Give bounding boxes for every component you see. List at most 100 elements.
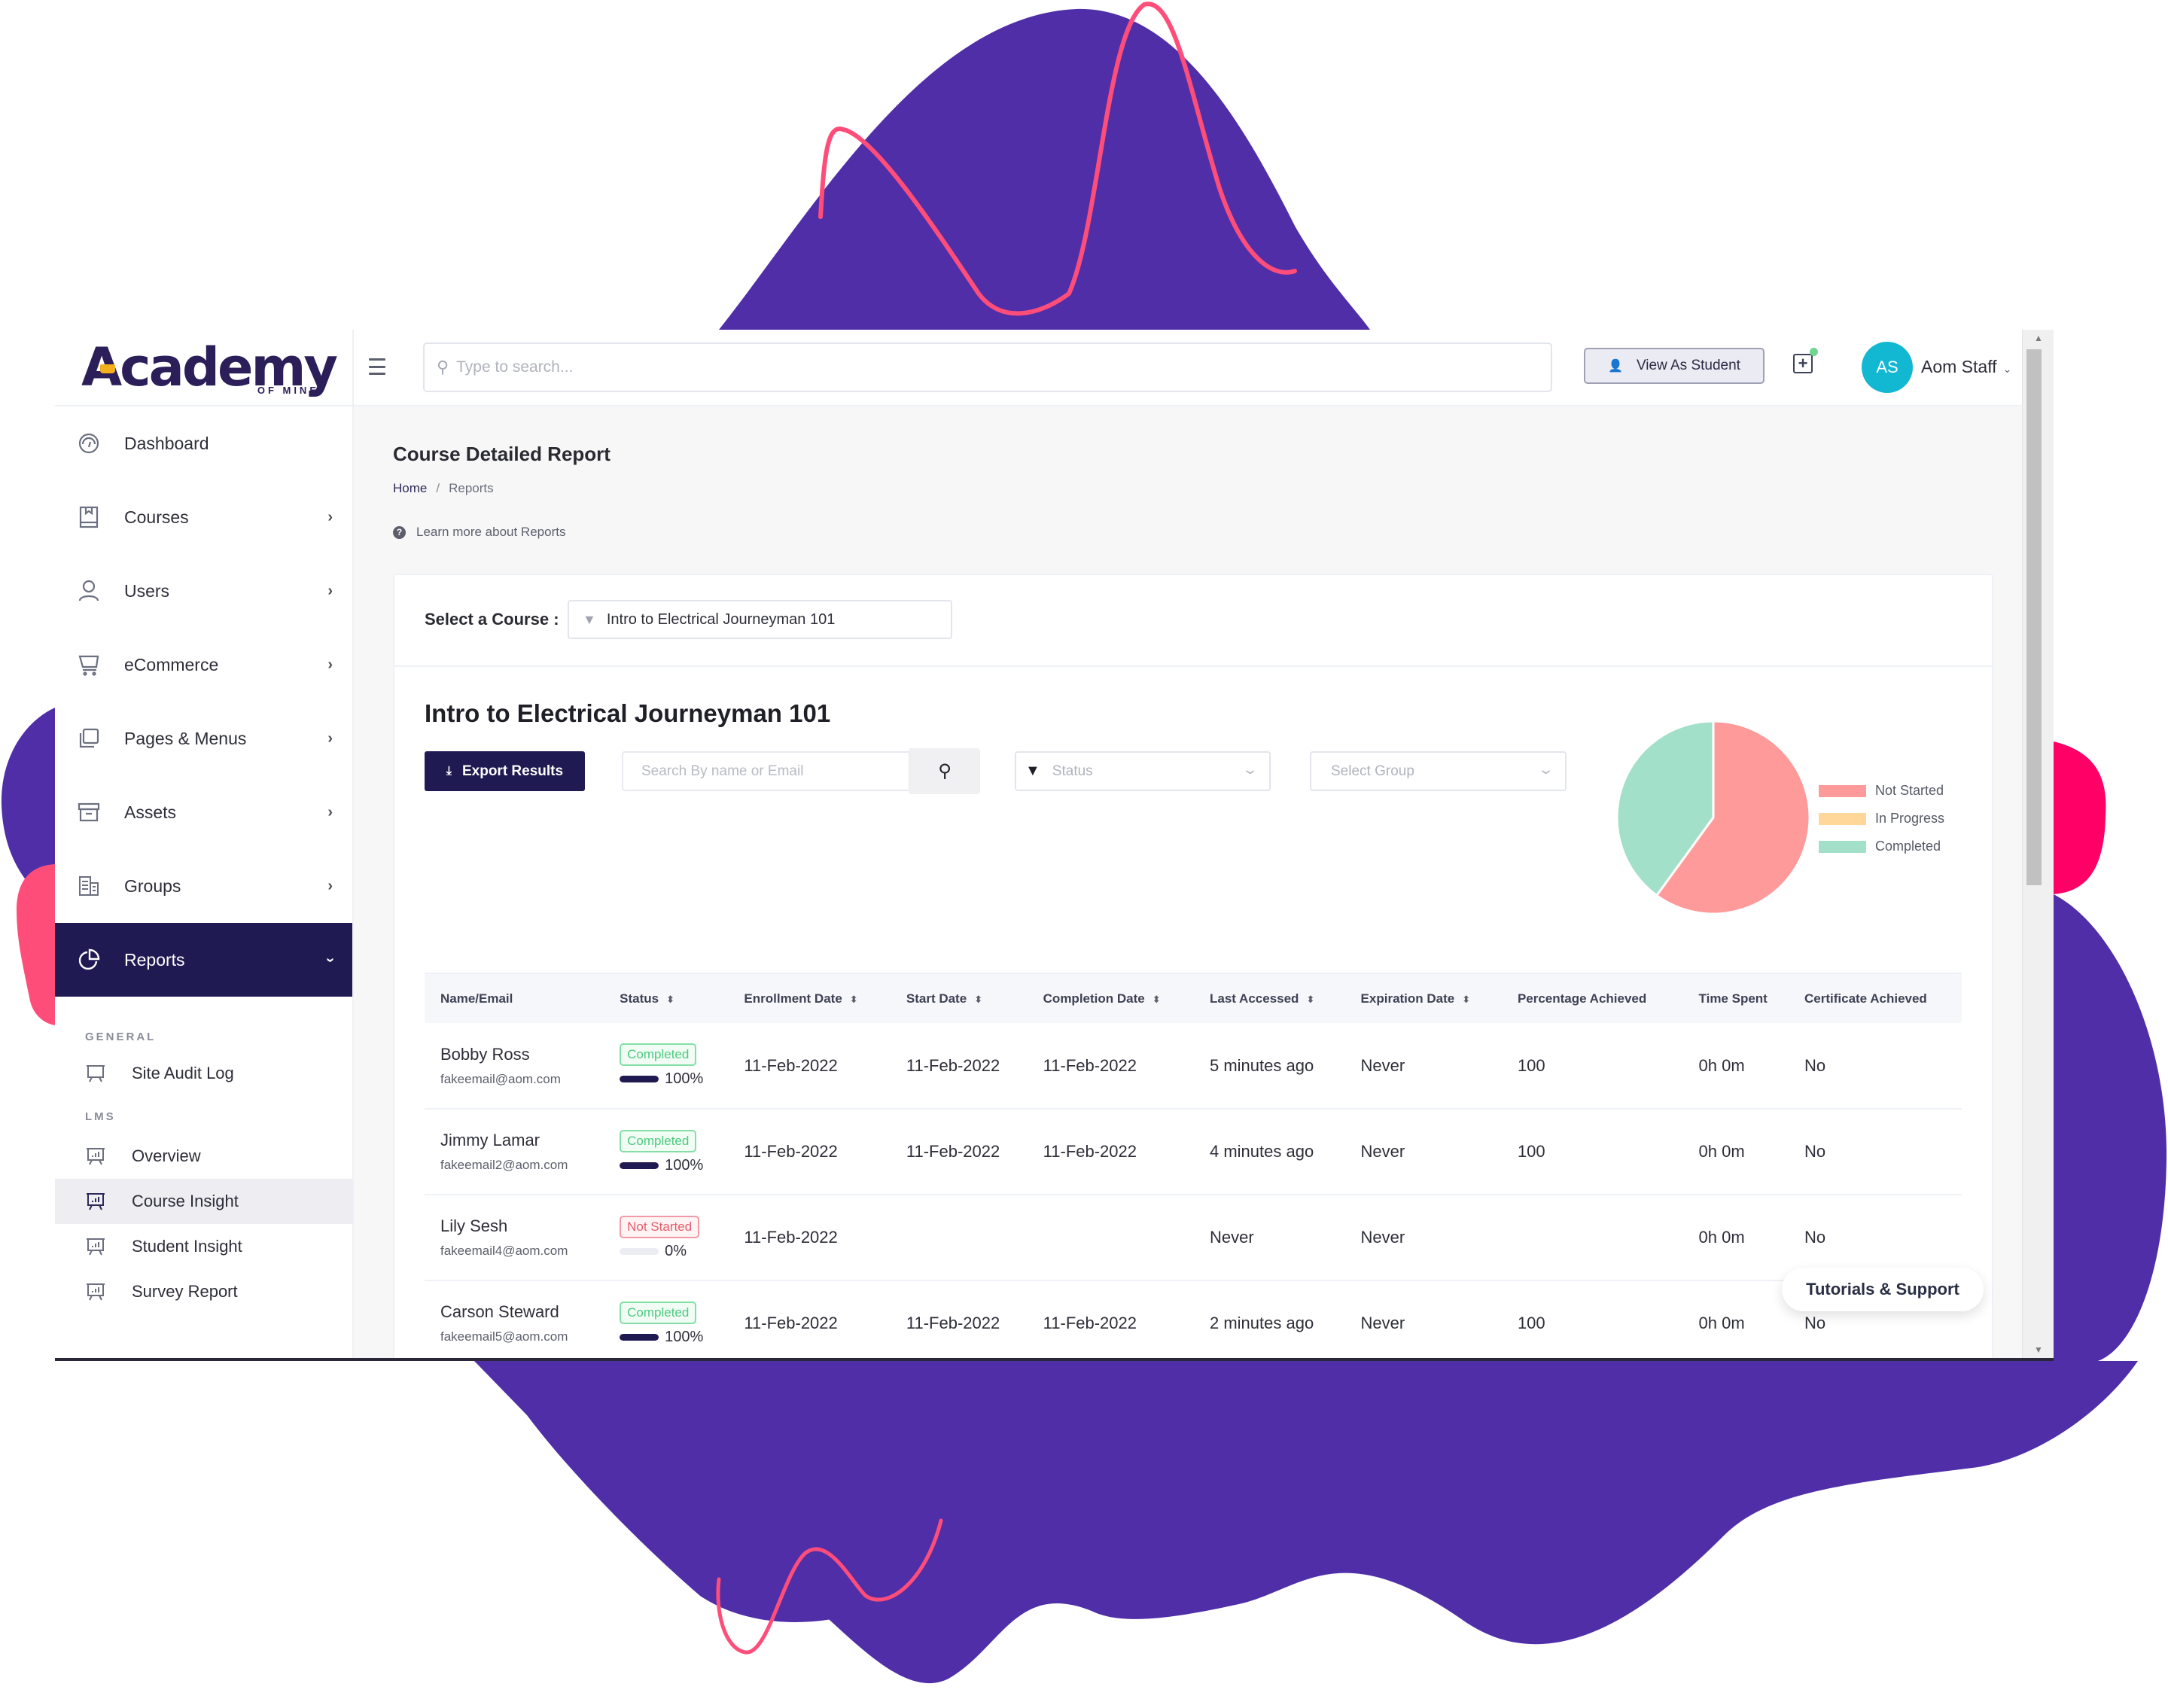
table-row[interactable]: Jimmy Lamar fakeemail2@aom.com Completed 10… (425, 1109, 1962, 1195)
chevron-down-icon: ⌄ (1537, 762, 1554, 777)
percentage-cell (1501, 1195, 1683, 1281)
sidebar-subitem-survey-report[interactable]: Survey Report (55, 1269, 352, 1314)
scroll-down-arrow-icon[interactable]: ▼ (2023, 1343, 2054, 1356)
column-header-label: Enrollment Date (744, 991, 842, 1006)
pie-svg (1615, 720, 1811, 915)
sidebar-subitem-label: Overview (132, 1146, 201, 1165)
decor-bottom-blob-2 (474, 1361, 941, 1622)
learner-name: Carson Steward (440, 1302, 559, 1321)
scroll-up-arrow-icon[interactable]: ▲ (2023, 331, 2054, 345)
vertical-scrollbar[interactable]: ▲ ▼ (2022, 330, 2054, 1358)
start-cell: 11-Feb-2022 (890, 1109, 1028, 1195)
sidebar-item-users[interactable]: Users › (55, 554, 352, 628)
progress-indicator: 100% (620, 1157, 728, 1174)
status-badge: Completed (620, 1043, 697, 1066)
sidebar-item-groups[interactable]: Groups › (55, 849, 352, 923)
sidebar-subitem-site-audit-log[interactable]: Site Audit Log (55, 1051, 352, 1096)
sidebar-item-pages-menus[interactable]: Pages & Menus › (55, 702, 352, 775)
column-header: Time Spent (1682, 973, 1789, 1023)
view-as-student-button[interactable]: 👤 View As Student (1584, 348, 1765, 384)
sidebar-item-ecommerce[interactable]: eCommerce › (55, 628, 352, 702)
sidebar-item-label: Reports (124, 949, 185, 970)
page-title: Course Detailed Report (393, 443, 611, 465)
sort-icon[interactable]: ⬍ (1306, 994, 1314, 1005)
chevron-right-icon: › (327, 729, 333, 747)
chart-board-icon (85, 1190, 108, 1213)
learner-email: fakeemail5@aom.com (440, 1329, 568, 1344)
scrollbar-thumb[interactable] (2026, 349, 2042, 885)
name-email-cell: Lily Sesh fakeemail4@aom.com (425, 1195, 604, 1281)
table-row[interactable]: Carson Steward fakeemail5@aom.com Complete… (425, 1280, 1962, 1358)
add-content-icon[interactable]: + (1793, 348, 1818, 373)
legend-item[interactable]: Completed (1819, 833, 1944, 860)
certificate-cell: No (1789, 1109, 1962, 1195)
column-header[interactable]: Last Accessed ⬍ (1194, 973, 1345, 1023)
sidebar-item-assets[interactable]: Assets › (55, 775, 352, 849)
sort-icon[interactable]: ⬍ (1462, 994, 1470, 1005)
sort-icon[interactable]: ⬍ (850, 994, 858, 1005)
legend-item[interactable]: Not Started (1819, 777, 1944, 805)
progress-bar-fill (620, 1333, 659, 1341)
chevron-right-icon: › (327, 877, 333, 894)
main-content: Course Detailed Report Home / Reports ? Le… (354, 406, 2022, 1358)
archive-icon (76, 799, 102, 825)
column-header[interactable]: Expiration Date ⬍ (1344, 973, 1502, 1023)
course-select[interactable]: ▼ Intro to Electrical Journeyman 101 (568, 600, 952, 639)
chevron-down-icon: › (322, 957, 340, 963)
global-search-input[interactable] (456, 358, 1511, 376)
legend-item[interactable]: In Progress (1819, 805, 1944, 833)
hamburger-menu-icon[interactable] (369, 358, 385, 375)
name-email-cell: Carson Steward fakeemail5@aom.com (425, 1280, 604, 1358)
progress-label: 100% (665, 1156, 704, 1174)
column-header[interactable]: Enrollment Date ⬍ (728, 973, 891, 1023)
download-icon: ⤓ (446, 764, 452, 778)
status-filter-placeholder: Status (1052, 763, 1093, 779)
cart-icon (76, 652, 102, 677)
export-results-button[interactable]: ⤓ Export Results (425, 751, 585, 791)
sort-icon[interactable]: ⬍ (974, 994, 982, 1005)
completion-cell (1027, 1195, 1194, 1281)
completion-cell: 11-Feb-2022 (1027, 1280, 1194, 1358)
column-header: Percentage Achieved (1501, 973, 1683, 1023)
certificate-cell: No (1789, 1023, 1962, 1110)
status-badge: Not Started (620, 1215, 700, 1238)
name-email-search[interactable] (622, 751, 910, 791)
learner-name: Lily Sesh (440, 1216, 508, 1235)
learner-email: fakeemail@aom.com (440, 1071, 561, 1086)
column-header[interactable]: Start Date ⬍ (890, 973, 1028, 1023)
logo-subtext: OF MINE (257, 385, 319, 396)
user-menu[interactable]: Aom Staff ⌄ (1921, 357, 2011, 377)
learn-more-link[interactable]: ? Learn more about Reports (393, 525, 565, 540)
column-header-label: Expiration Date (1360, 991, 1455, 1006)
logo[interactable]: Academy OF MINE (55, 330, 352, 406)
sidebar-item-reports[interactable]: Reports › (55, 923, 352, 997)
tutorials-support-button[interactable]: Tutorials & Support (1782, 1268, 1984, 1311)
sort-icon[interactable]: ⬍ (1153, 994, 1161, 1005)
status-cell: Not Started 0% (604, 1195, 729, 1281)
search-button[interactable]: ⚲ (909, 748, 980, 794)
sidebar-subitem-course-insight[interactable]: Course Insight (55, 1179, 352, 1224)
chart-board-icon (85, 1280, 108, 1303)
user-name: Aom Staff (1921, 357, 1997, 376)
sidebar-item-courses[interactable]: Courses › (55, 480, 352, 554)
group-select[interactable]: Select Group ⌄ (1310, 751, 1567, 791)
sidebar-item-label: Assets (124, 802, 177, 822)
column-header[interactable]: Completion Date ⬍ (1027, 973, 1194, 1023)
sidebar-subitem-student-insight[interactable]: Student Insight (55, 1224, 352, 1269)
status-filter-select[interactable]: ▼ Status ⌄ (1015, 751, 1271, 791)
name-email-search-input[interactable] (641, 763, 897, 780)
table-row[interactable]: Lily Sesh fakeemail4@aom.com Not Started 0%… (425, 1195, 1962, 1281)
column-header: Name/Email (425, 973, 604, 1023)
column-header-label: Time Spent (1698, 991, 1768, 1006)
column-header[interactable]: Status ⬍ (604, 973, 729, 1023)
sidebar-item-dashboard[interactable]: Dashboard (55, 406, 352, 480)
sort-icon[interactable]: ⬍ (666, 994, 674, 1005)
sidebar-subitem-overview[interactable]: Overview (55, 1134, 352, 1179)
learner-email: fakeemail4@aom.com (440, 1244, 568, 1258)
table-row[interactable]: Bobby Ross fakeemail@aom.com Completed 100%… (425, 1023, 1962, 1110)
select-course-label: Select a Course : (425, 610, 559, 629)
avatar[interactable]: AS (1862, 342, 1913, 393)
breadcrumb-home[interactable]: Home (393, 481, 427, 495)
last-accessed-cell: 2 minutes ago (1194, 1280, 1345, 1358)
global-search[interactable]: ⚲ (423, 343, 1552, 392)
